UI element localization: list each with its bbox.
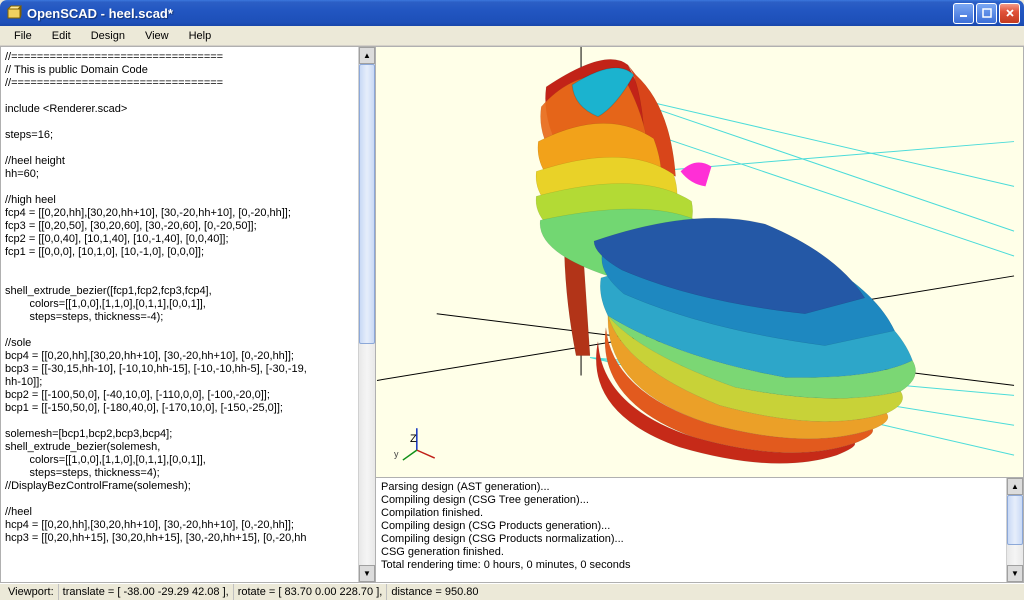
console-scroll-thumb[interactable] xyxy=(1007,495,1023,545)
status-rotate: rotate = [ 83.70 0.00 228.70 ], xyxy=(233,584,387,600)
menu-view[interactable]: View xyxy=(137,28,177,44)
minimize-button[interactable] xyxy=(953,3,974,24)
console-scrollbar[interactable]: ▲ ▼ xyxy=(1006,478,1023,582)
code-scrollbar[interactable]: ▲ ▼ xyxy=(358,47,375,582)
3d-viewport[interactable]: Z y xyxy=(376,46,1024,478)
scroll-up-button[interactable]: ▲ xyxy=(359,47,375,64)
axis-label-y: y xyxy=(394,449,399,459)
close-button[interactable] xyxy=(999,3,1020,24)
window-controls xyxy=(953,3,1020,24)
menu-help[interactable]: Help xyxy=(181,28,220,44)
console-output[interactable]: Parsing design (AST generation)... Compi… xyxy=(376,478,1006,582)
menu-design[interactable]: Design xyxy=(83,28,133,44)
console-pane: Parsing design (AST generation)... Compi… xyxy=(376,478,1024,583)
status-viewport-label: Viewport: xyxy=(4,584,58,600)
menu-file[interactable]: File xyxy=(6,28,40,44)
code-editor-pane: //================================= // T… xyxy=(0,46,376,583)
axis-label-z: Z xyxy=(410,433,417,445)
status-bar: Viewport: translate = [ -38.00 -29.29 42… xyxy=(0,583,1024,600)
app-icon xyxy=(6,5,22,21)
title-bar: OpenSCAD - heel.scad* xyxy=(0,0,1024,26)
status-distance: distance = 950.80 xyxy=(386,584,482,600)
code-editor[interactable]: //================================= // T… xyxy=(1,47,358,582)
maximize-button[interactable] xyxy=(976,3,997,24)
console-scroll-down[interactable]: ▼ xyxy=(1007,565,1023,582)
status-translate: translate = [ -38.00 -29.29 42.08 ], xyxy=(58,584,233,600)
console-scroll-up[interactable]: ▲ xyxy=(1007,478,1023,495)
menu-bar: File Edit Design View Help xyxy=(0,26,1024,46)
scroll-down-button[interactable]: ▼ xyxy=(359,565,375,582)
menu-edit[interactable]: Edit xyxy=(44,28,79,44)
window-title: OpenSCAD - heel.scad* xyxy=(27,6,953,21)
scroll-thumb[interactable] xyxy=(359,64,375,344)
render-canvas xyxy=(376,47,1023,477)
